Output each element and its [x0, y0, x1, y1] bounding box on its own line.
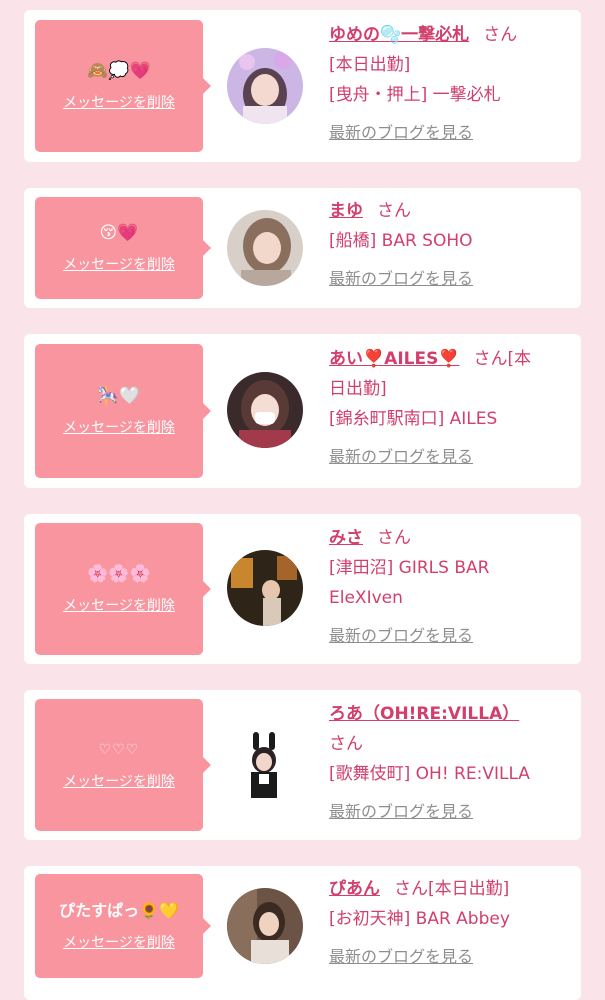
message-bubble: ♡♡♡ メッセージを削除: [35, 699, 211, 831]
san-suffix: さん: [377, 201, 411, 221]
message-card: 🎠🤍 メッセージを削除 あい❣️AILES❣️ さん[本 日出勤] [錦糸町駅南口…: [24, 334, 581, 488]
message-text: 😚💗: [99, 223, 139, 243]
message-card: ♡♡♡ メッセージを削除 ろあ（OH!RE:VILLA） さん [歌舞伎町] O…: [24, 690, 581, 840]
sender-info: まゆ さん [船橋] BAR SOHO 最新のブログを見る: [329, 196, 569, 294]
shop-line: [歌舞伎町] OH! RE:VILLA: [329, 764, 530, 784]
message-bubble: 🎠🤍 メッセージを削除: [35, 344, 211, 478]
sender-name-link[interactable]: ろあ（OH!RE:VILLA）: [329, 704, 519, 724]
avatar[interactable]: [227, 210, 303, 286]
sender-info: ゆめの🫧一撃必札 さん [本日出勤] [曳舟・押上] 一撃必札 最新のブログを見る: [329, 20, 569, 148]
sender-info: ぴあん さん[本日出勤] [お初天神] BAR Abbey 最新のブログを見る: [329, 874, 569, 972]
message-bubble: 🙈💭💗 メッセージを削除: [35, 20, 211, 152]
avatar[interactable]: [227, 550, 303, 626]
avatar[interactable]: [227, 726, 303, 802]
message-list: 🙈💭💗 メッセージを削除 ゆめの🫧一撃必札 さん [本日出勤] [曳舟・押上] 一…: [0, 0, 605, 1000]
shop-line: [錦糸町駅南口] AILES: [329, 409, 498, 429]
shop-line: [お初天神] BAR Abbey: [329, 909, 510, 929]
latest-blog-link[interactable]: 最新のブログを見る: [329, 942, 473, 972]
san-suffix: さん: [329, 734, 363, 754]
latest-blog-link[interactable]: 最新のブログを見る: [329, 621, 473, 651]
latest-blog-link[interactable]: 最新のブログを見る: [329, 797, 473, 827]
sender-info: みさ さん [津田沼] GIRLS BAR EleXIven 最新のブログを見る: [329, 523, 569, 651]
delete-message-link[interactable]: メッセージを削除: [63, 417, 175, 437]
message-card: 🙈💭💗 メッセージを削除 ゆめの🫧一撃必札 さん [本日出勤] [曳舟・押上] 一…: [24, 10, 581, 162]
delete-message-link[interactable]: メッセージを削除: [63, 771, 175, 791]
avatar[interactable]: [227, 888, 303, 964]
message-bubble: 😚💗 メッセージを削除: [35, 197, 211, 299]
sender-name-link[interactable]: あい❣️AILES❣️: [329, 349, 460, 369]
shop-line: [津田沼] GIRLS BAR: [329, 558, 490, 578]
delete-message-link[interactable]: メッセージを削除: [63, 92, 175, 112]
message-text: 🌸🌸🌸: [87, 564, 151, 584]
latest-blog-link[interactable]: 最新のブログを見る: [329, 118, 473, 148]
avatar[interactable]: [227, 48, 303, 124]
message-card: ぴたすぱっ🌻💛 メッセージを削除 ぴあん さん[本日出勤] [お初天神] BAR …: [24, 866, 581, 1000]
message-card: 🌸🌸🌸 メッセージを削除 みさ さん [津田沼] GIRLS BAR EleXIv…: [24, 514, 581, 664]
avatar-photo: [227, 888, 303, 964]
latest-blog-link[interactable]: 最新のブログを見る: [329, 442, 473, 472]
avatar[interactable]: [227, 372, 303, 448]
latest-blog-link[interactable]: 最新のブログを見る: [329, 264, 473, 294]
message-card: 😚💗 メッセージを削除 まゆ さん [船橋] BAR SOHO 最新のブログを見る: [24, 188, 581, 308]
status-inline: [本: [507, 349, 532, 369]
sender-info: ろあ（OH!RE:VILLA） さん [歌舞伎町] OH! RE:VILLA 最…: [329, 699, 569, 827]
status-inline: [本日出勤]: [428, 879, 510, 899]
avatar-photo: [227, 550, 303, 626]
sender-name-link[interactable]: ぴあん: [329, 879, 380, 899]
sender-info: あい❣️AILES❣️ さん[本 日出勤] [錦糸町駅南口] AILES 最新のブ…: [329, 344, 569, 472]
message-text: ぴたすぱっ🌻💛: [59, 901, 179, 920]
avatar-photo: [227, 372, 303, 448]
san-suffix: さん: [394, 879, 428, 899]
message-text: ♡♡♡: [98, 742, 140, 758]
shop-line: [曳舟・押上] 一撃必札: [329, 85, 501, 105]
status-line: [本日出勤]: [329, 55, 411, 75]
delete-message-link[interactable]: メッセージを削除: [63, 254, 175, 274]
status-line: 日出勤]: [329, 379, 387, 399]
shop-line: [船橋] BAR SOHO: [329, 231, 473, 251]
delete-message-link[interactable]: メッセージを削除: [63, 932, 175, 952]
shop-line-cont: EleXIven: [329, 588, 403, 608]
message-bubble: 🌸🌸🌸 メッセージを削除: [35, 523, 211, 655]
message-bubble: ぴたすぱっ🌻💛 メッセージを削除: [35, 874, 211, 978]
message-text: 🙈💭💗: [87, 61, 151, 81]
avatar-photo: [227, 210, 303, 286]
sender-name-link[interactable]: ゆめの🫧一撃必札: [329, 25, 469, 45]
sender-name-link[interactable]: みさ: [329, 528, 363, 548]
avatar-photo: [227, 726, 303, 802]
san-suffix: さん: [473, 349, 508, 369]
delete-message-link[interactable]: メッセージを削除: [63, 595, 175, 615]
message-text: 🎠🤍: [97, 386, 141, 406]
san-suffix: さん: [483, 25, 518, 45]
san-suffix: さん: [377, 528, 411, 548]
sender-name-link[interactable]: まゆ: [329, 201, 363, 221]
avatar-photo: [227, 48, 303, 124]
